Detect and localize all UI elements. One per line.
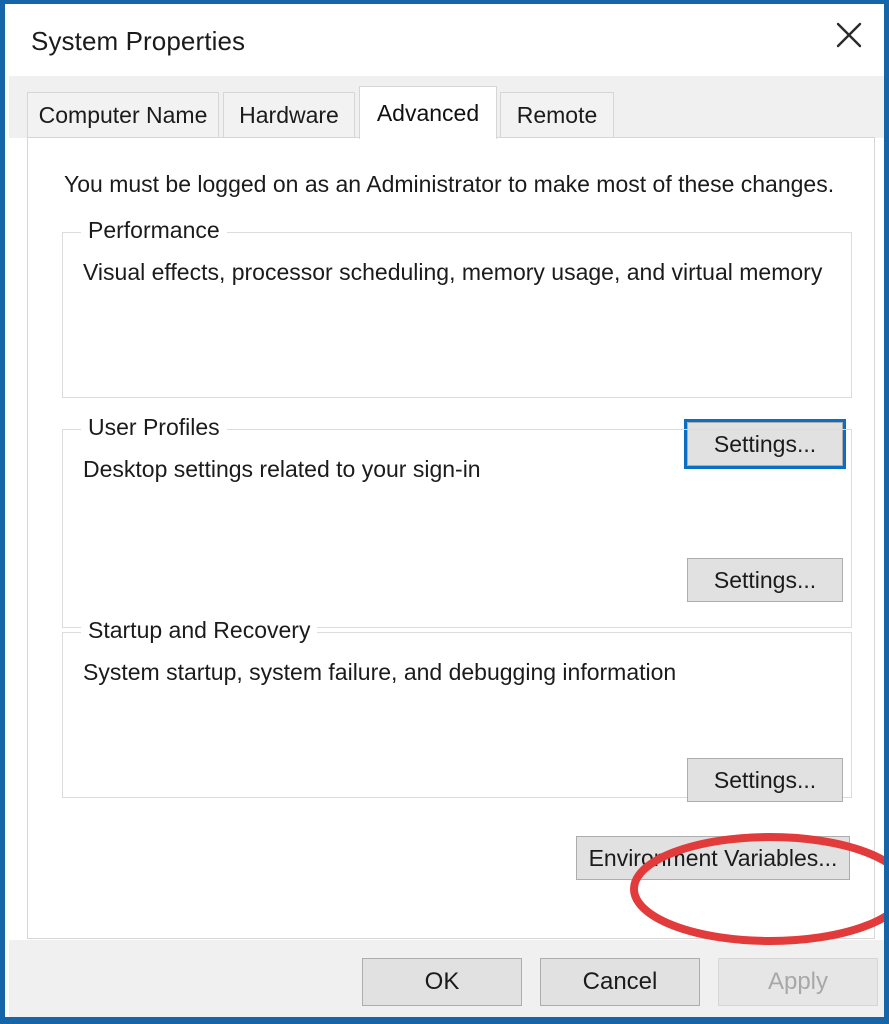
group-startup-and-recovery: Startup and Recovery System startup, sys… (62, 617, 852, 802)
advanced-tab-panel: You must be logged on as an Administrato… (27, 137, 884, 945)
user-profiles-settings-button[interactable]: Settings... (687, 558, 843, 602)
group-startup-and-recovery-label: Startup and Recovery (81, 617, 318, 644)
tab-label: Computer Name (38, 102, 208, 128)
environment-variables-button[interactable]: Environment Variables... (576, 836, 850, 880)
group-user-profiles-label: User Profiles (81, 414, 227, 441)
startup-and-recovery-settings-button[interactable]: Settings... (687, 758, 843, 802)
button-label: Settings... (713, 766, 817, 793)
administrator-note: You must be logged on as an Administrato… (64, 171, 835, 197)
tab-computer-name[interactable]: Computer Name (27, 92, 219, 138)
button-label: Environment Variables... (588, 844, 838, 871)
system-properties-window: System Properties Computer Name Hardware… (0, 0, 889, 1024)
close-icon[interactable] (809, 4, 884, 66)
tab-hardware[interactable]: Hardware (223, 92, 355, 138)
tab-strip: Computer Name Hardware Advanced Remote (9, 76, 884, 139)
dialog-footer: OK Cancel Apply (9, 940, 884, 1017)
window-title: System Properties (31, 26, 246, 56)
tab-remote[interactable]: Remote (500, 92, 614, 138)
tab-label: Remote (516, 102, 598, 128)
tab-label: Hardware (239, 102, 339, 128)
group-performance-description: Visual effects, processor scheduling, me… (83, 259, 823, 285)
button-label: Cancel (582, 968, 658, 995)
group-performance-label: Performance (81, 217, 227, 244)
group-user-profiles: User Profiles Desktop settings related t… (62, 414, 852, 628)
window-inner: System Properties Computer Name Hardware… (5, 4, 884, 1017)
button-label: Apply (767, 968, 829, 995)
cancel-button[interactable]: Cancel (540, 958, 700, 1006)
group-startup-and-recovery-description: System startup, system failure, and debu… (83, 659, 677, 685)
apply-button: Apply (718, 958, 878, 1006)
ok-button[interactable]: OK (362, 958, 522, 1006)
tab-label: Advanced (376, 99, 480, 126)
group-performance: Performance Visual effects, processor sc… (62, 217, 852, 469)
group-user-profiles-description: Desktop settings related to your sign-in (83, 456, 481, 482)
button-label: Settings... (713, 566, 817, 593)
button-label: OK (424, 968, 460, 995)
title-bar: System Properties (9, 4, 884, 76)
tab-advanced[interactable]: Advanced (359, 86, 497, 139)
